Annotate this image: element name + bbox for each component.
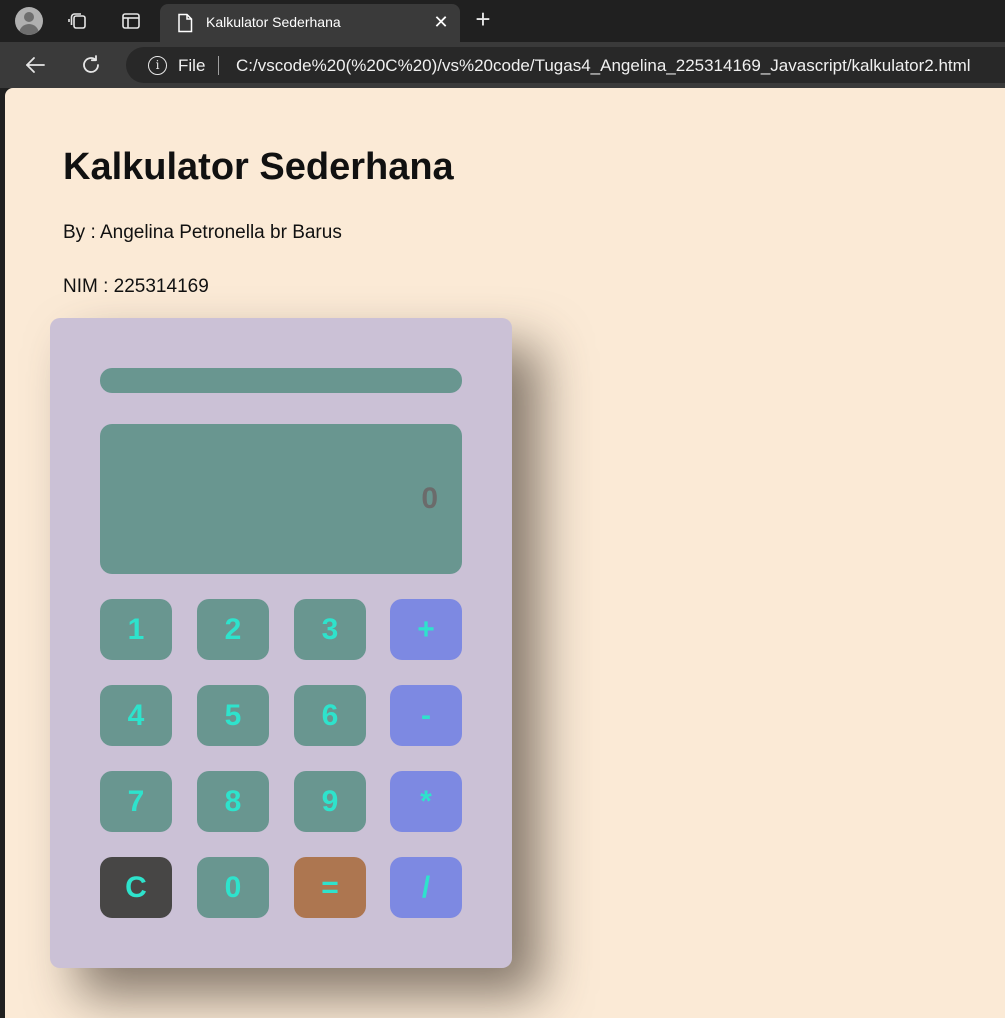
key-6[interactable]: 6 [294, 685, 366, 746]
key-plus[interactable]: + [390, 599, 462, 660]
tab-title: Kalkulator Sederhana [206, 14, 341, 30]
key-5[interactable]: 5 [197, 685, 269, 746]
address-url[interactable]: C:/vscode%20(%20C%20)/vs%20code/Tugas4_A… [236, 56, 971, 76]
key-multiply[interactable]: * [390, 771, 462, 832]
display-value: 0 [421, 482, 438, 515]
calculator-display: 0 [100, 424, 462, 574]
close-tab-icon[interactable]: ✕ [430, 11, 452, 33]
student-id: NIM : 225314169 [63, 276, 209, 297]
vertical-tabs-icon[interactable] [119, 9, 143, 33]
key-divide[interactable]: / [390, 857, 462, 918]
key-2[interactable]: 2 [197, 599, 269, 660]
key-1[interactable]: 1 [100, 599, 172, 660]
key-7[interactable]: 7 [100, 771, 172, 832]
key-minus[interactable]: - [390, 685, 462, 746]
address-scheme-label: File [178, 56, 206, 75]
key-equals[interactable]: = [294, 857, 366, 918]
calculator-top-bar [100, 368, 462, 393]
key-3[interactable]: 3 [294, 599, 366, 660]
key-9[interactable]: 9 [294, 771, 366, 832]
browser-toolbar: i File C:/vscode%20(%20C%20)/vs%20code/T… [0, 42, 1005, 88]
page-viewport: Kalkulator Sederhana By : Angelina Petro… [5, 88, 1005, 1018]
key-8[interactable]: 8 [197, 771, 269, 832]
key-0[interactable]: 0 [197, 857, 269, 918]
page-title: Kalkulator Sederhana [63, 146, 454, 188]
document-icon [177, 13, 193, 38]
calculator: 0 1 2 3 + 4 5 6 - 7 8 9 * C 0 = / [50, 318, 512, 968]
site-info-icon[interactable]: i [148, 56, 167, 75]
profile-avatar-icon[interactable] [15, 7, 43, 35]
author-byline: By : Angelina Petronella br Barus [63, 222, 342, 243]
active-browser-tab[interactable]: Kalkulator Sederhana ✕ [160, 4, 460, 42]
back-arrow-icon[interactable] [22, 52, 48, 78]
key-clear[interactable]: C [100, 857, 172, 918]
workspaces-icon[interactable] [66, 9, 90, 33]
new-tab-icon[interactable]: + [470, 6, 496, 33]
reload-icon[interactable] [78, 52, 104, 78]
key-4[interactable]: 4 [100, 685, 172, 746]
browser-tab-strip: Kalkulator Sederhana ✕ + [0, 0, 1005, 42]
address-separator [218, 56, 219, 75]
address-bar[interactable]: i File C:/vscode%20(%20C%20)/vs%20code/T… [126, 47, 1005, 83]
